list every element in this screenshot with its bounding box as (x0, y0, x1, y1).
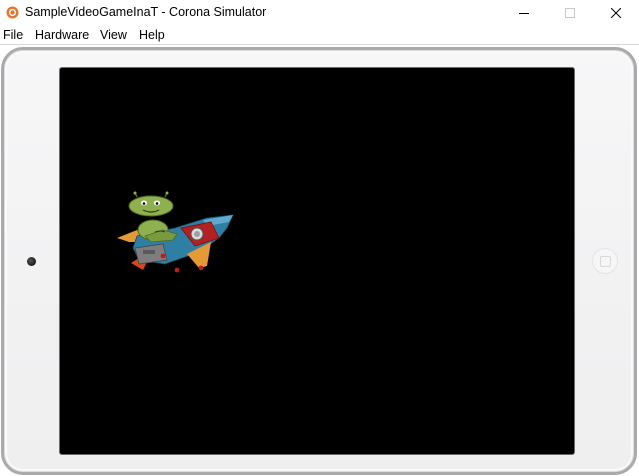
home-button-icon (599, 255, 611, 267)
alien-rocket-sprite[interactable] (115, 190, 241, 280)
maximize-icon (565, 8, 575, 18)
menu-view[interactable]: View (100, 28, 127, 42)
title-bar[interactable]: SampleVideoGameInaT - Corona Simulator (0, 0, 639, 26)
menu-separator (0, 44, 639, 45)
close-icon (611, 8, 621, 18)
home-button[interactable] (592, 248, 618, 274)
window-title: SampleVideoGameInaT - Corona Simulator (25, 5, 267, 19)
menu-hardware[interactable]: Hardware (35, 28, 89, 42)
camera-icon (27, 257, 36, 266)
menu-bar: File Hardware View Help (0, 26, 639, 44)
minimize-button[interactable] (501, 0, 547, 26)
minimize-icon (519, 13, 529, 14)
close-button[interactable] (593, 0, 639, 26)
corona-simulator-icon (6, 6, 19, 19)
maximize-button[interactable] (547, 0, 593, 26)
menu-help[interactable]: Help (139, 28, 165, 42)
menu-file[interactable]: File (3, 28, 23, 42)
